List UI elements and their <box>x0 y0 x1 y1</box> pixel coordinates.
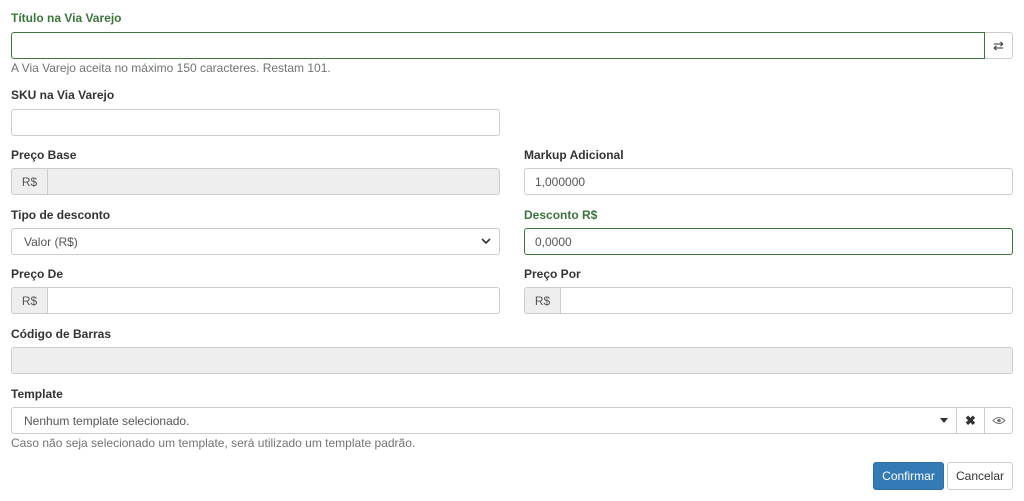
swap-arrows-icon: ⇄ <box>993 37 1004 53</box>
confirm-button[interactable]: Confirmar <box>873 462 944 490</box>
titulo-input-group: ⇄ <box>11 32 1013 59</box>
markup-label: Markup Adicional <box>524 148 624 162</box>
tipo-desconto-value: Valor (R$) <box>24 234 78 249</box>
preco-base-currency: R$ <box>11 168 47 195</box>
sku-label: SKU na Via Varejo <box>11 88 115 102</box>
preco-base-input <box>47 168 500 195</box>
preco-por-label: Preço Por <box>524 267 581 281</box>
codigo-barras-input <box>11 347 1013 374</box>
cancel-button[interactable]: Cancelar <box>947 462 1013 490</box>
preco-base-label: Preço Base <box>11 148 77 162</box>
caret-down-icon <box>940 418 948 423</box>
preco-por-input[interactable] <box>560 287 1013 314</box>
clear-template-button[interactable]: ✖ <box>957 407 985 434</box>
close-icon: ✖ <box>965 412 976 428</box>
markup-input[interactable]: 1,000000 <box>524 168 1013 195</box>
preco-por-currency: R$ <box>524 287 560 314</box>
titulo-label: Título na Via Varejo <box>11 11 122 25</box>
swap-button[interactable]: ⇄ <box>985 32 1013 59</box>
preco-de-input[interactable] <box>47 287 500 314</box>
template-select-group: Nenhum template selecionado. ✖ <box>11 407 1013 434</box>
template-select[interactable]: Nenhum template selecionado. <box>11 407 957 434</box>
titulo-help: A Via Varejo aceita no máximo 150 caract… <box>11 61 331 75</box>
titulo-input[interactable] <box>11 32 985 59</box>
desconto-label: Desconto R$ <box>524 208 598 222</box>
preco-base-group: R$ <box>11 168 500 195</box>
desconto-input[interactable]: 0,0000 <box>524 228 1013 255</box>
chevron-down-icon <box>481 238 491 245</box>
eye-icon <box>991 417 1006 424</box>
preview-template-button[interactable] <box>985 407 1013 434</box>
tipo-desconto-label: Tipo de desconto <box>11 208 111 222</box>
preco-de-group: R$ <box>11 287 500 314</box>
preco-de-label: Preço De <box>11 267 64 281</box>
preco-por-group: R$ <box>524 287 1013 314</box>
preco-de-currency: R$ <box>11 287 47 314</box>
template-label: Template <box>11 387 63 401</box>
tipo-desconto-select[interactable]: Valor (R$) <box>11 228 500 255</box>
codigo-barras-label: Código de Barras <box>11 327 112 341</box>
template-help: Caso não seja selecionado um template, s… <box>11 436 416 450</box>
sku-input[interactable] <box>11 109 500 136</box>
template-placeholder: Nenhum template selecionado. <box>24 413 190 428</box>
